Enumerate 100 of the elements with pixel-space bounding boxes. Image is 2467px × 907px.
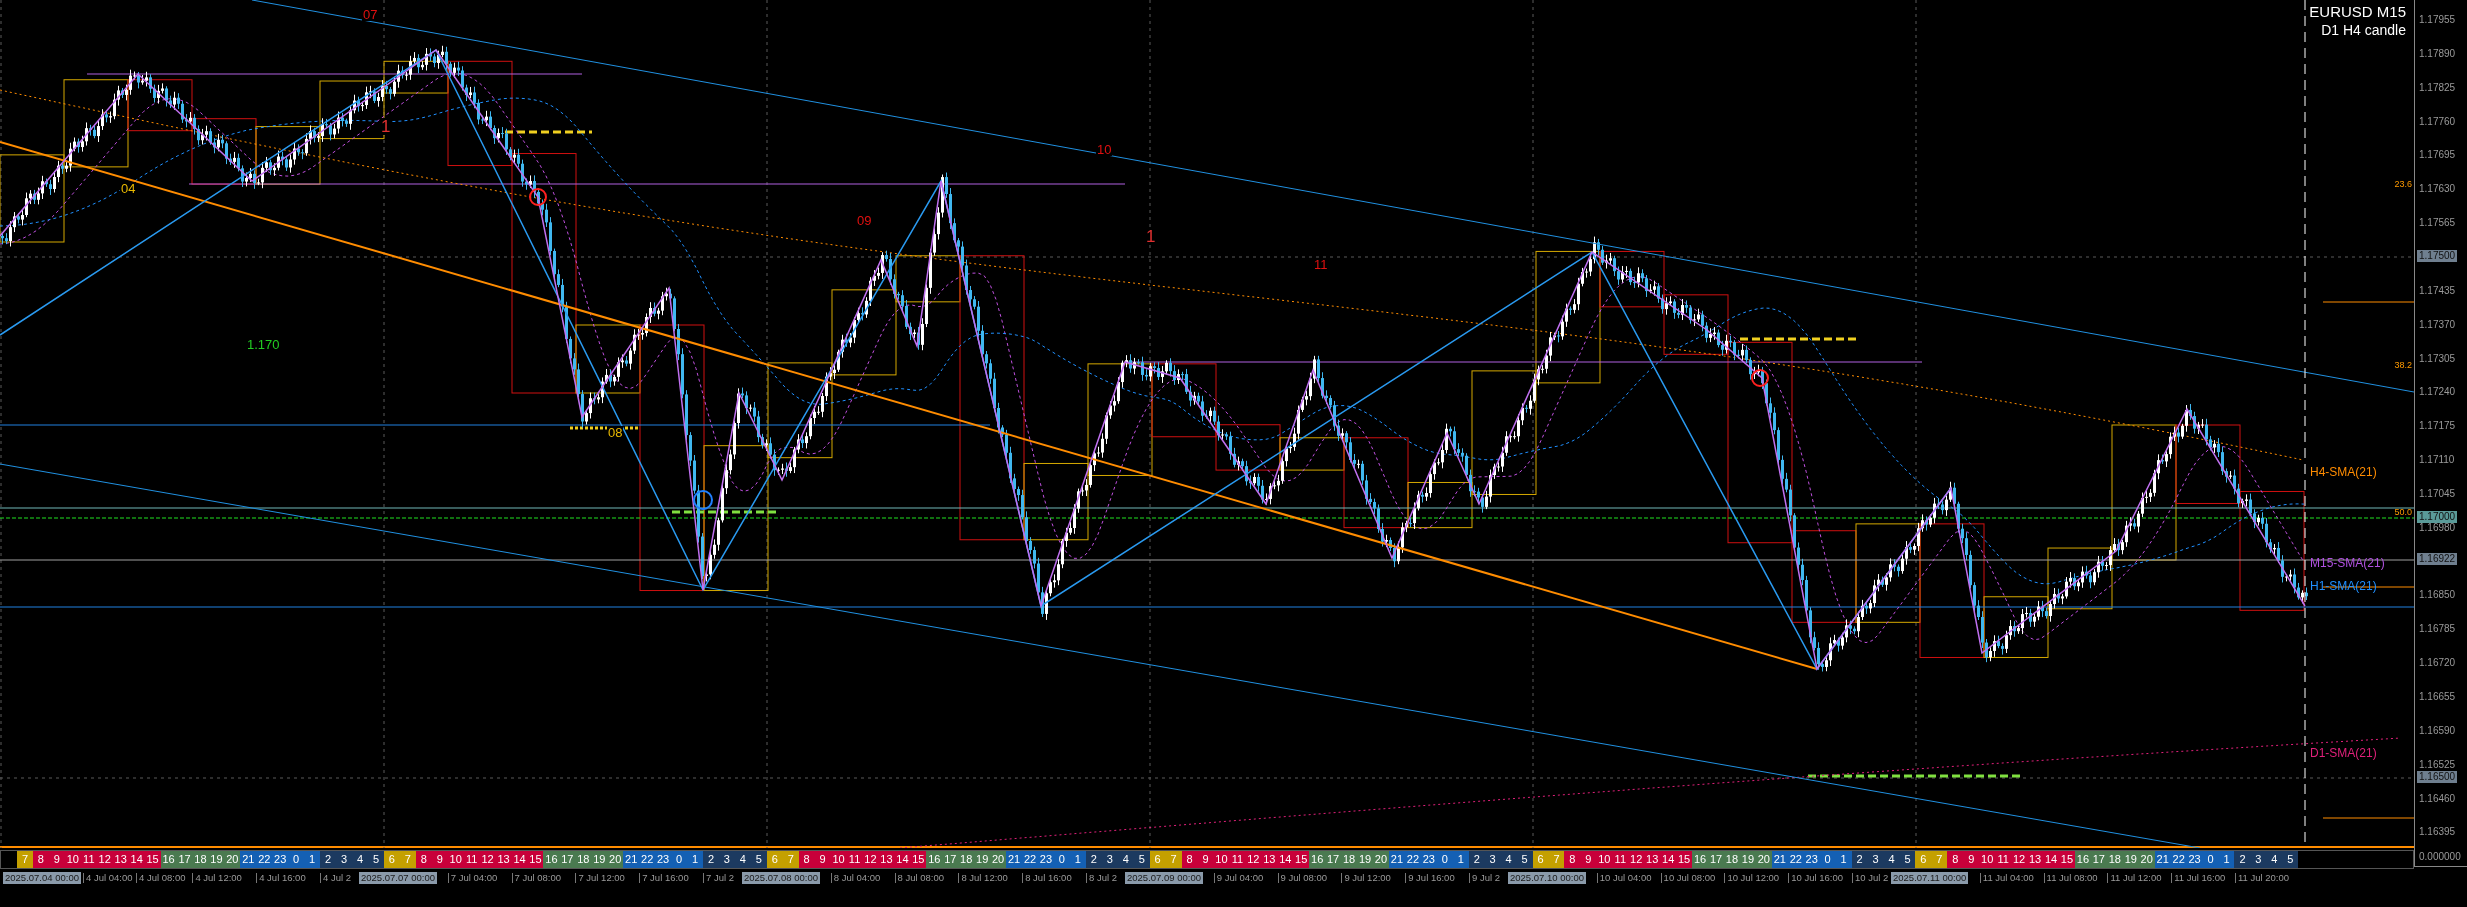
hour-label: 6 bbox=[1919, 852, 1928, 867]
hour-label: 20 bbox=[1756, 852, 1771, 867]
hour-label: 3 bbox=[2254, 852, 2263, 867]
hour-label: 4 bbox=[1121, 852, 1130, 867]
hour-label: 6 bbox=[1536, 852, 1545, 867]
time-label: 9 Jul 08:00 bbox=[1277, 873, 1328, 883]
date-label: 2025.07.10 00:00 bbox=[1508, 872, 1586, 884]
hour-label: 22 bbox=[640, 852, 655, 867]
chart-symbol-title: EURUSD M15 bbox=[2309, 3, 2406, 22]
hour-label: 1 bbox=[1456, 852, 1465, 867]
hour-label: 1 bbox=[1073, 852, 1082, 867]
price-marker: 1.17000 bbox=[2417, 511, 2458, 523]
time-label: 4 Jul 08:00 bbox=[136, 873, 186, 883]
hour-label: 18 bbox=[2107, 852, 2122, 867]
hour-label: 19 bbox=[2123, 852, 2138, 867]
hour-label: 23 bbox=[1038, 852, 1054, 867]
price-label: 1.17045 bbox=[2419, 488, 2456, 499]
hour-label: 11 bbox=[1613, 852, 1627, 867]
price-label: 0.000000 bbox=[2419, 852, 2461, 862]
hour-label: 2 bbox=[324, 852, 333, 867]
hour-label: 17 bbox=[1326, 852, 1341, 867]
hour-label: 6 bbox=[770, 852, 779, 867]
time-label: 11 Jul 08:00 bbox=[2043, 873, 2098, 883]
hour-label: 17 bbox=[1708, 852, 1724, 867]
hour-label: 18 bbox=[1341, 852, 1357, 867]
hour-label: 4 bbox=[1887, 852, 1896, 867]
price-label: 1.17175 bbox=[2419, 421, 2456, 432]
hour-label: 21 bbox=[241, 852, 256, 867]
date-label: 2025.07.07 00:00 bbox=[359, 872, 437, 884]
hour-label: 10 bbox=[1597, 852, 1612, 867]
hour-label: 22 bbox=[1788, 852, 1803, 867]
time-label: 9 Jul 04:00 bbox=[1213, 873, 1264, 883]
price-label: 1.17435 bbox=[2419, 285, 2456, 296]
wave-label: 10 bbox=[1096, 143, 1113, 156]
hour-label: 14 bbox=[1661, 852, 1676, 867]
price-label: 1.17305 bbox=[2419, 353, 2456, 364]
hour-label: 5 bbox=[1903, 852, 1912, 867]
hour-label: 15 bbox=[2059, 852, 2075, 867]
hour-label: 5 bbox=[1137, 852, 1146, 867]
hour-label: 3 bbox=[1488, 852, 1497, 867]
price-label: 1.17370 bbox=[2419, 319, 2456, 330]
hour-label: 20 bbox=[1373, 852, 1389, 867]
hour-label: 17 bbox=[560, 852, 575, 867]
hour-label: 19 bbox=[1740, 852, 1756, 867]
wave-label: 07 bbox=[362, 8, 379, 21]
hour-label: 1 bbox=[690, 852, 700, 867]
date-label: 2025.07.09 00:00 bbox=[1125, 872, 1203, 884]
hour-label: 3 bbox=[339, 852, 349, 867]
hour-label: 23 bbox=[273, 852, 288, 867]
hour-label: 7 bbox=[1169, 852, 1178, 867]
hour-label: 13 bbox=[113, 852, 128, 867]
hour-label: 22 bbox=[1405, 852, 1420, 867]
hour-label: 12 bbox=[863, 852, 878, 867]
hour-label: 0 bbox=[292, 852, 301, 867]
time-label: 10 Jul 16:00 bbox=[1788, 873, 1843, 883]
hour-label: 12 bbox=[480, 852, 495, 867]
moving-average-label: M15-SMA(21) bbox=[2310, 557, 2385, 569]
date-label: 2025.07.08 00:00 bbox=[742, 872, 820, 884]
hour-label: 10 bbox=[448, 852, 463, 867]
hour-label: 10 bbox=[831, 852, 846, 867]
hour-label: 9 bbox=[1584, 852, 1593, 867]
hour-label: 7 bbox=[1552, 852, 1561, 867]
hour-label: 2 bbox=[1089, 852, 1098, 867]
price-label: 1.17760 bbox=[2419, 116, 2456, 127]
hour-label: 6 bbox=[387, 852, 396, 867]
time-label: 8 Jul 2 bbox=[1086, 873, 1117, 883]
hour-label: 16 bbox=[927, 852, 942, 867]
fib-level-label: 23.6 bbox=[2394, 180, 2412, 189]
time-label: 9 Jul 12:00 bbox=[1341, 873, 1391, 883]
hour-label: 17 bbox=[2091, 852, 2106, 867]
hour-label: 9 bbox=[1967, 852, 1976, 867]
time-label: 7 Jul 08:00 bbox=[511, 873, 562, 883]
hour-label: 12 bbox=[1629, 852, 1644, 867]
hour-label: 8 bbox=[1568, 852, 1577, 867]
hour-label: 16 bbox=[2075, 852, 2091, 867]
hour-label: 21 bbox=[2155, 852, 2170, 867]
hour-label: 20 bbox=[225, 852, 240, 867]
price-label: 1.17890 bbox=[2419, 48, 2456, 59]
hour-label: 9 bbox=[435, 852, 444, 867]
hour-label: 16 bbox=[1310, 852, 1325, 867]
hour-label: 22 bbox=[257, 852, 272, 867]
time-label: 4 Jul 16:00 bbox=[256, 873, 306, 883]
hour-label: 16 bbox=[544, 852, 559, 867]
hour-label: 4 bbox=[738, 852, 747, 867]
hour-label: 7 bbox=[1935, 852, 1944, 867]
hour-label: 11 bbox=[847, 852, 862, 867]
hour-label: 11 bbox=[1996, 852, 2010, 867]
price-label: 1.17695 bbox=[2419, 150, 2456, 161]
hour-label: 11 bbox=[82, 852, 96, 867]
hour-label: 1 bbox=[308, 852, 317, 867]
hour-label: 18 bbox=[193, 852, 208, 867]
price-label: 1.16785 bbox=[2419, 624, 2456, 635]
price-marker: 1.16500 bbox=[2417, 771, 2458, 783]
time-label: 4 Jul 04:00 bbox=[83, 873, 133, 883]
price-label: 1.16525 bbox=[2419, 759, 2456, 770]
hour-label: 6 bbox=[1153, 852, 1162, 867]
hour-label: 20 bbox=[608, 852, 623, 867]
hour-label: 5 bbox=[754, 852, 763, 867]
price-label: 1.17630 bbox=[2419, 184, 2456, 195]
hour-label: 3 bbox=[1871, 852, 1880, 867]
